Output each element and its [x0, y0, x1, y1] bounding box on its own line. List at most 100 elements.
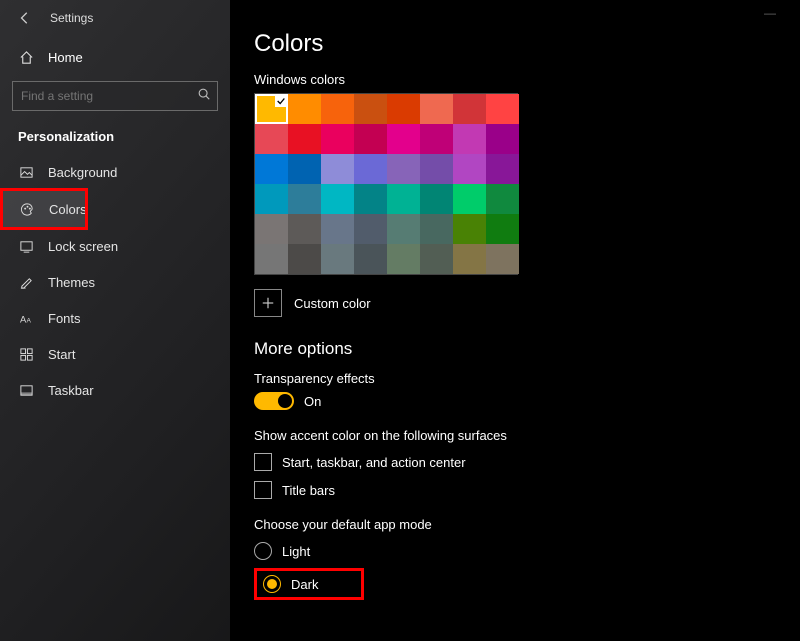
color-swatch[interactable]	[354, 214, 387, 244]
color-swatch[interactable]	[453, 244, 486, 274]
color-swatch[interactable]	[321, 124, 354, 154]
sidebar-item-label: Taskbar	[48, 383, 94, 398]
color-swatch[interactable]	[255, 244, 288, 274]
sidebar-item-lock-screen[interactable]: Lock screen	[0, 228, 230, 264]
sidebar-item-taskbar[interactable]: Taskbar	[0, 372, 230, 408]
color-swatch[interactable]	[387, 244, 420, 274]
sidebar-item-start[interactable]: Start	[0, 336, 230, 372]
color-swatch[interactable]	[321, 214, 354, 244]
color-swatch[interactable]	[420, 94, 453, 124]
radio-label: Dark	[291, 577, 318, 592]
start-icon	[18, 347, 34, 362]
color-swatch[interactable]	[321, 244, 354, 274]
color-swatch[interactable]	[288, 244, 321, 274]
color-swatch[interactable]	[321, 94, 354, 124]
lockscreen-icon	[18, 239, 34, 254]
sidebar-home[interactable]: Home	[0, 40, 230, 75]
color-swatch[interactable]	[354, 184, 387, 214]
color-swatch[interactable]	[486, 214, 519, 244]
themes-icon	[18, 275, 34, 290]
back-icon[interactable]	[18, 10, 34, 26]
transparency-toggle[interactable]	[254, 392, 294, 410]
sidebar-item-colors[interactable]: Colors	[2, 190, 86, 228]
home-label: Home	[48, 50, 83, 65]
color-swatch[interactable]	[486, 244, 519, 274]
checkbox-label: Title bars	[282, 483, 335, 498]
fonts-icon: AA	[18, 311, 34, 326]
sidebar-item-label: Fonts	[48, 311, 81, 326]
search-field[interactable]	[21, 89, 197, 103]
color-swatch[interactable]	[453, 124, 486, 154]
color-swatch[interactable]	[255, 94, 288, 124]
color-swatch[interactable]	[420, 154, 453, 184]
app-mode-label: Choose your default app mode	[254, 517, 776, 532]
color-swatch[interactable]	[387, 154, 420, 184]
background-icon	[18, 165, 34, 180]
color-swatch[interactable]	[288, 94, 321, 124]
color-swatch[interactable]	[387, 184, 420, 214]
radio-label: Light	[282, 544, 310, 559]
color-swatch[interactable]	[288, 154, 321, 184]
radio[interactable]	[263, 575, 281, 593]
checkbox-label: Start, taskbar, and action center	[282, 455, 466, 470]
color-swatch[interactable]	[255, 154, 288, 184]
sidebar-item-label: Background	[48, 165, 117, 180]
color-swatch[interactable]	[321, 154, 354, 184]
more-options-heading: More options	[254, 339, 776, 359]
search-input[interactable]	[12, 81, 218, 111]
color-swatch[interactable]	[486, 154, 519, 184]
color-swatch[interactable]	[453, 214, 486, 244]
transparency-label: Transparency effects	[254, 371, 776, 386]
app-mode-option-light[interactable]: Light	[254, 542, 776, 560]
titlebar: Settings	[0, 6, 230, 40]
content-pane: Colors Windows colors Custom color More …	[230, 0, 800, 641]
sidebar-section-title: Personalization	[0, 125, 230, 154]
color-swatch[interactable]	[255, 214, 288, 244]
color-swatch[interactable]	[354, 154, 387, 184]
sidebar-item-themes[interactable]: Themes	[0, 264, 230, 300]
color-swatch[interactable]	[486, 94, 519, 124]
color-swatch[interactable]	[420, 124, 453, 154]
color-palette	[254, 93, 518, 275]
color-swatch[interactable]	[387, 214, 420, 244]
check-icon	[275, 95, 287, 107]
sidebar: Settings Home Personalization Background…	[0, 0, 230, 641]
accent-surfaces-label: Show accent color on the following surfa…	[254, 428, 776, 443]
color-swatch[interactable]	[288, 214, 321, 244]
color-swatch[interactable]	[354, 94, 387, 124]
search-icon	[197, 87, 211, 106]
sidebar-item-fonts[interactable]: AA Fonts	[0, 300, 230, 336]
color-swatch[interactable]	[420, 244, 453, 274]
color-swatch[interactable]	[453, 94, 486, 124]
taskbar-icon	[18, 383, 34, 398]
app-mode-option-dark[interactable]: Dark	[254, 568, 364, 600]
custom-color-label: Custom color	[294, 296, 371, 311]
minimize-icon[interactable]: —	[764, 6, 776, 20]
color-swatch[interactable]	[486, 124, 519, 154]
sidebar-item-label: Start	[48, 347, 75, 362]
color-swatch[interactable]	[486, 184, 519, 214]
checkbox[interactable]	[254, 453, 272, 471]
color-swatch[interactable]	[420, 184, 453, 214]
color-swatch[interactable]	[354, 124, 387, 154]
color-swatch[interactable]	[387, 94, 420, 124]
custom-color-button[interactable]	[254, 289, 282, 317]
radio[interactable]	[254, 542, 272, 560]
color-swatch[interactable]	[453, 184, 486, 214]
color-swatch[interactable]	[255, 124, 288, 154]
color-swatch[interactable]	[255, 184, 288, 214]
color-swatch[interactable]	[387, 124, 420, 154]
color-swatch[interactable]	[288, 124, 321, 154]
checkbox[interactable]	[254, 481, 272, 499]
svg-text:A: A	[26, 317, 31, 324]
home-icon	[18, 50, 34, 65]
color-swatch[interactable]	[321, 184, 354, 214]
page-title: Colors	[254, 30, 776, 58]
color-swatch[interactable]	[354, 244, 387, 274]
sidebar-item-background[interactable]: Background	[0, 154, 230, 190]
window-title: Settings	[50, 11, 93, 25]
color-swatch[interactable]	[453, 154, 486, 184]
color-swatch[interactable]	[288, 184, 321, 214]
color-swatch[interactable]	[420, 214, 453, 244]
sidebar-item-label: Themes	[48, 275, 95, 290]
